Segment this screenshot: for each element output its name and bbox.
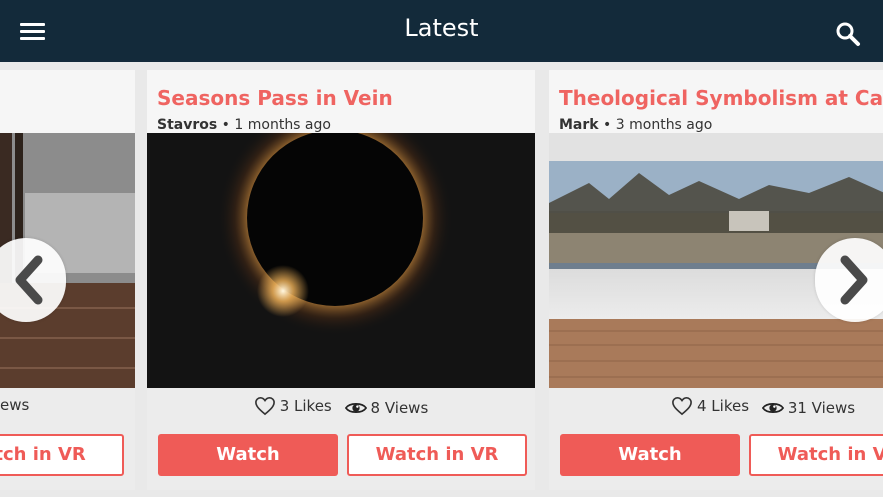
video-title[interactable]: Theological Symbolism at Calvary C <box>559 86 883 110</box>
card-header <box>0 70 135 133</box>
video-meta: Mark • 3 months ago <box>559 117 712 133</box>
heart-icon[interactable] <box>671 396 693 416</box>
views-count: ews <box>0 396 30 414</box>
watch-in-vr-button[interactable]: Watch in VR <box>749 434 883 476</box>
views-stat: 8 Views <box>344 399 429 417</box>
card-stats: 3 Likes 8 Views <box>147 396 535 420</box>
button-label: Watch <box>618 444 682 465</box>
eye-icon <box>761 403 784 413</box>
author-name[interactable]: Mark <box>559 117 599 133</box>
views-count: 31 Views <box>787 399 856 417</box>
likes-stat[interactable]: 3 Likes <box>254 396 332 416</box>
watch-in-vr-button[interactable]: Watch in VR <box>347 434 527 476</box>
card-stats: ews <box>0 396 135 420</box>
video-title[interactable]: Seasons Pass in Vein <box>157 86 393 110</box>
heart-icon[interactable] <box>254 396 276 416</box>
carousel-prev-button[interactable] <box>0 238 66 322</box>
upload-time: 3 months ago <box>615 117 713 133</box>
button-label: atch in VR <box>0 444 86 465</box>
likes-count: 4 Likes <box>697 397 750 415</box>
video-card: Seasons Pass in Vein Stavros • 1 months … <box>147 70 535 490</box>
card-stats: 4 Likes 31 Views <box>549 396 883 420</box>
chevron-left-icon <box>15 255 43 305</box>
likes-stat[interactable]: 4 Likes <box>671 396 749 416</box>
video-thumbnail[interactable] <box>147 133 535 388</box>
separator-dot: • <box>221 117 235 133</box>
button-label: Watch in VR <box>777 444 883 465</box>
chevron-right-icon <box>840 255 868 305</box>
eye-icon <box>344 403 367 413</box>
upload-time: 1 months ago <box>234 117 331 133</box>
views-count: 8 Views <box>370 399 429 417</box>
watch-in-vr-button[interactable]: atch in VR <box>0 434 124 476</box>
separator-dot: • <box>603 117 616 133</box>
button-label: Watch in VR <box>375 444 499 465</box>
button-label: Watch <box>216 444 280 465</box>
video-carousel[interactable]: ews atch in VR Seasons Pass in Vein Stav… <box>0 62 883 497</box>
top-bar: Latest <box>0 0 883 62</box>
watch-button[interactable]: Watch <box>158 434 338 476</box>
watch-button[interactable]: Watch <box>560 434 740 476</box>
author-name[interactable]: Stavros <box>157 117 217 133</box>
page-title: Latest <box>404 14 479 42</box>
carousel-next-button[interactable] <box>815 238 883 322</box>
search-icon[interactable] <box>834 20 862 48</box>
video-meta: Stavros • 1 months ago <box>157 117 331 133</box>
likes-count: 3 Likes <box>279 397 332 415</box>
views-stat: 31 Views <box>761 399 856 417</box>
